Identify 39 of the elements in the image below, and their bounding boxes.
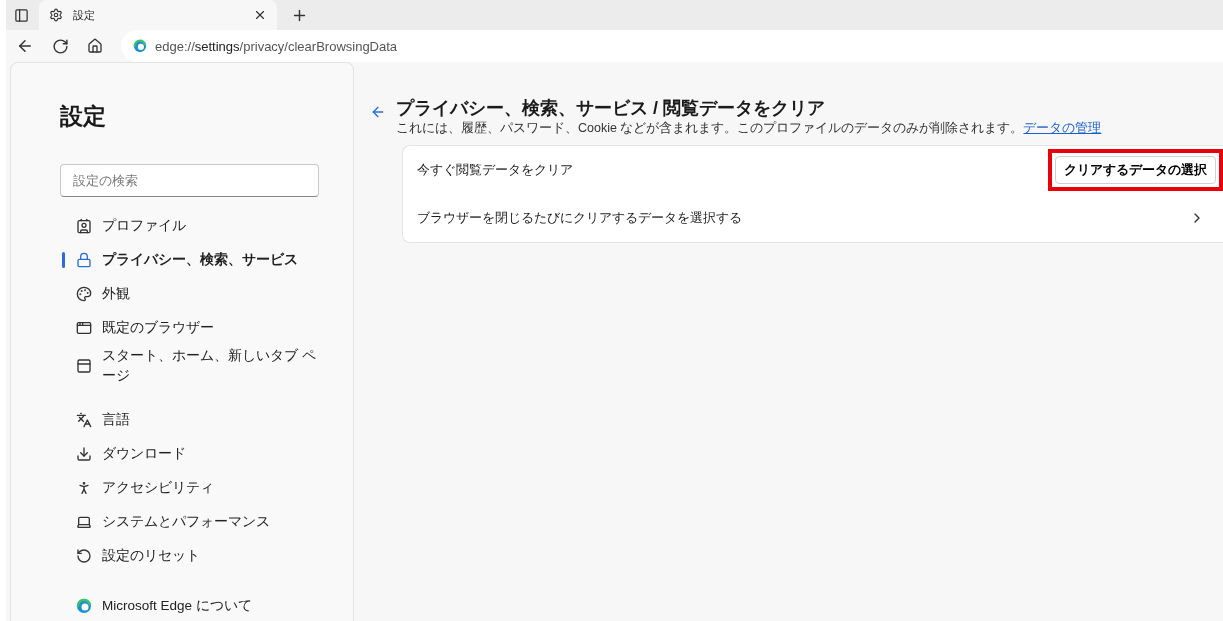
sidebar-title: 設定	[60, 102, 107, 131]
sidebar-toggle-icon[interactable]	[14, 7, 29, 23]
menu-item-icon	[76, 412, 92, 428]
row-label: ブラウザーを閉じるたびにクリアするデータを選択する	[417, 209, 742, 227]
sidebar-item[interactable]: プロファイル	[60, 209, 319, 243]
menu-item-icon	[76, 286, 92, 302]
edge-logo-icon	[133, 39, 147, 53]
choose-data-button[interactable]: クリアするデータの選択	[1055, 156, 1216, 184]
sidebar-item[interactable]: システムとパフォーマンス	[60, 505, 319, 539]
sidebar-item[interactable]: ダウンロード	[60, 437, 319, 471]
sidebar-item[interactable]: 言語	[60, 403, 319, 437]
sidebar-item[interactable]: 既定のブラウザー	[60, 311, 319, 345]
sidebar-item[interactable]: Microsoft Edge について	[60, 589, 319, 621]
page-title: プライバシー、検索、サービス / 閲覧データをクリア	[396, 97, 826, 120]
menu-item-icon	[76, 446, 92, 462]
edge-logo-icon	[76, 598, 92, 614]
browser-tab[interactable]: 設定	[39, 0, 277, 30]
back-icon[interactable]	[16, 37, 34, 55]
menu-item-icon	[76, 514, 92, 530]
description-text: これには、履歴、パスワード、Cookie などが含まれます。このプロファイルのデータのみが削除されます。データの管理	[396, 120, 1102, 137]
menu-item-icon	[76, 252, 92, 268]
close-icon[interactable]	[253, 8, 267, 22]
menu-item-icon	[76, 480, 92, 496]
sidebar-item[interactable]: スタート、ホーム、新しいタブ ページ	[60, 345, 319, 387]
sidebar-item[interactable]: プライバシー、検索、サービス	[60, 243, 319, 277]
home-icon[interactable]	[87, 38, 103, 54]
sidebar-item[interactable]: 設定のリセット	[60, 539, 319, 573]
search-field[interactable]: 設定の検索	[60, 164, 319, 197]
menu-item-icon	[76, 548, 92, 564]
sidebar-item[interactable]: アクセシビリティ	[60, 471, 319, 505]
menu-item-icon	[76, 320, 92, 336]
menu-item-icon	[76, 218, 92, 234]
manage-data-link[interactable]: データの管理	[1023, 121, 1102, 135]
address-bar[interactable]: edge://settings/privacy/clearBrowsingData	[121, 30, 1223, 62]
refresh-icon[interactable]	[52, 37, 69, 55]
settings-icon	[49, 8, 63, 22]
sidebar-item[interactable]: 外観	[60, 277, 319, 311]
row-label: 今すぐ閲覧データをクリア	[417, 161, 573, 179]
menu-item-icon	[76, 358, 92, 374]
